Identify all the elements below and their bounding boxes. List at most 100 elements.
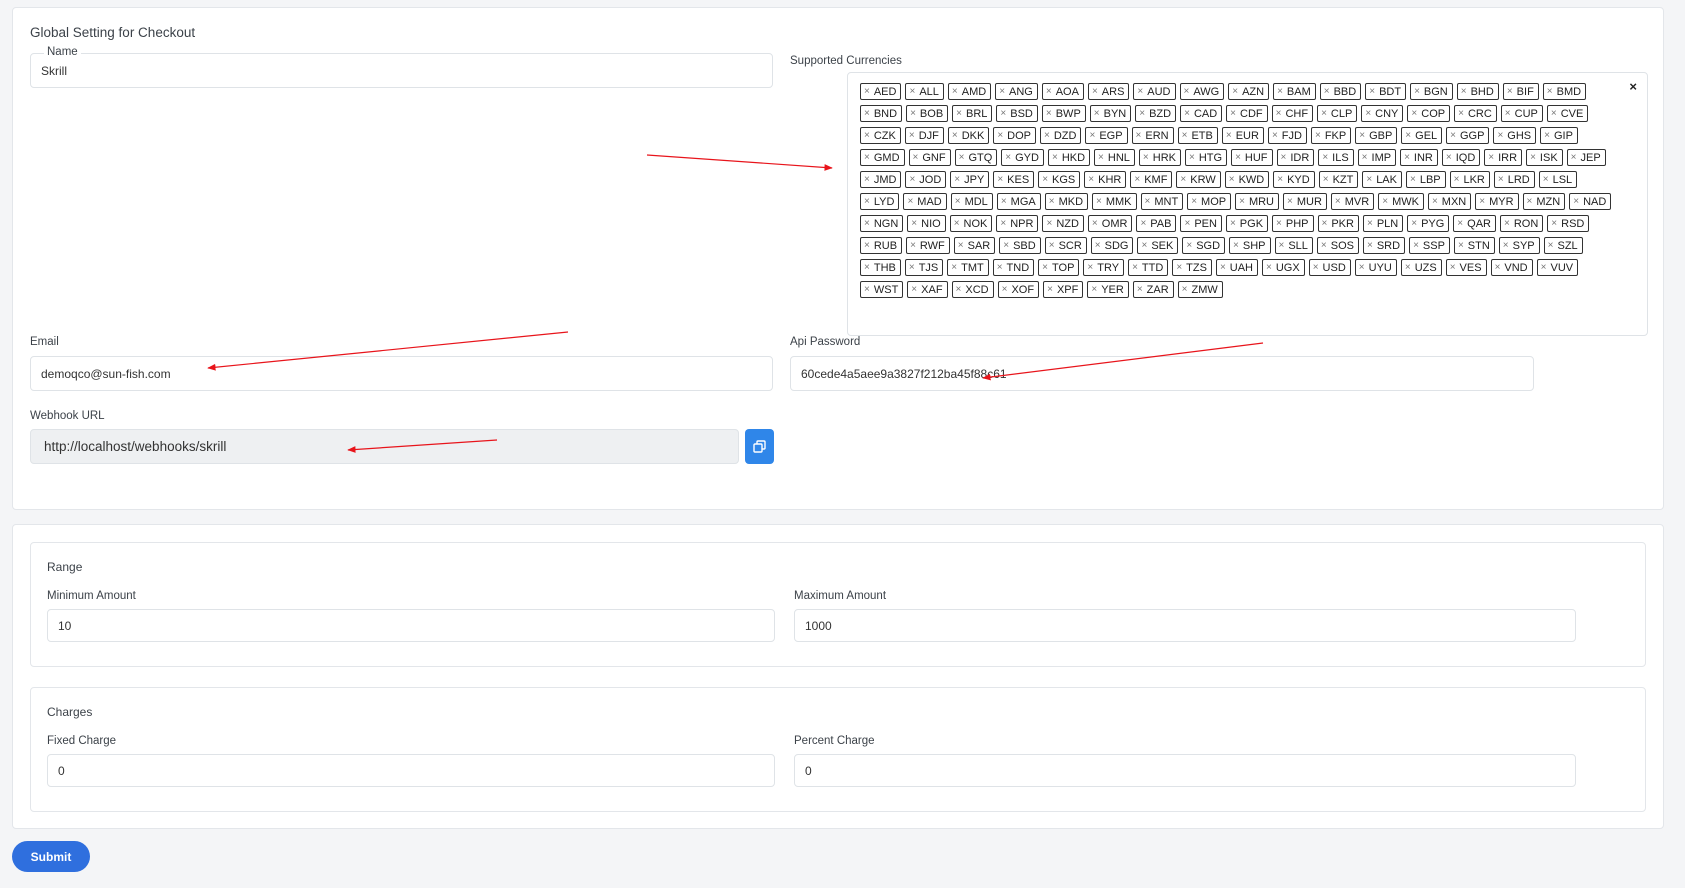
remove-tag-icon[interactable]: ×	[1404, 152, 1410, 163]
remove-tag-icon[interactable]: ×	[1414, 86, 1420, 97]
remove-tag-icon[interactable]: ×	[910, 108, 916, 119]
remove-tag-icon[interactable]: ×	[954, 174, 960, 185]
remove-tag-icon[interactable]: ×	[1087, 262, 1093, 273]
remove-tag-icon[interactable]: ×	[864, 196, 870, 207]
remove-tag-icon[interactable]: ×	[913, 152, 919, 163]
remove-tag-icon[interactable]: ×	[1458, 240, 1464, 251]
remove-tag-icon[interactable]: ×	[1362, 152, 1368, 163]
remove-tag-icon[interactable]: ×	[1145, 196, 1151, 207]
remove-tag-icon[interactable]: ×	[1049, 196, 1055, 207]
remove-tag-icon[interactable]: ×	[1134, 174, 1140, 185]
remove-tag-icon[interactable]: ×	[1047, 284, 1053, 295]
remove-tag-icon[interactable]: ×	[1277, 86, 1283, 97]
remove-tag-icon[interactable]: ×	[864, 130, 870, 141]
remove-tag-icon[interactable]: ×	[1313, 262, 1319, 273]
remove-tag-icon[interactable]: ×	[1315, 130, 1321, 141]
remove-tag-icon[interactable]: ×	[1136, 130, 1142, 141]
remove-tag-icon[interactable]: ×	[952, 130, 958, 141]
remove-tag-icon[interactable]: ×	[1049, 240, 1055, 251]
remove-tag-icon[interactable]: ×	[1088, 174, 1094, 185]
remove-tag-icon[interactable]: ×	[1321, 240, 1327, 251]
remove-tag-icon[interactable]: ×	[1498, 174, 1504, 185]
remove-tag-icon[interactable]: ×	[1287, 196, 1293, 207]
remove-tag-icon[interactable]: ×	[1527, 196, 1533, 207]
remove-tag-icon[interactable]: ×	[1335, 196, 1341, 207]
remove-tag-icon[interactable]: ×	[1432, 196, 1438, 207]
remove-tag-icon[interactable]: ×	[1046, 218, 1052, 229]
remove-tag-icon[interactable]: ×	[997, 262, 1003, 273]
remove-tag-icon[interactable]: ×	[1042, 174, 1048, 185]
remove-tag-icon[interactable]: ×	[1266, 262, 1272, 273]
remove-tag-icon[interactable]: ×	[1454, 174, 1460, 185]
remove-tag-icon[interactable]: ×	[1137, 284, 1143, 295]
remove-tag-icon[interactable]: ×	[1488, 152, 1494, 163]
remove-tag-icon[interactable]: ×	[1276, 108, 1282, 119]
remove-tag-icon[interactable]: ×	[1042, 262, 1048, 273]
remove-tag-icon[interactable]: ×	[1046, 86, 1052, 97]
remove-tag-icon[interactable]: ×	[1000, 108, 1006, 119]
remove-tag-icon[interactable]: ×	[1092, 86, 1098, 97]
remove-tag-icon[interactable]: ×	[958, 240, 964, 251]
remove-tag-icon[interactable]: ×	[1479, 196, 1485, 207]
remove-tag-icon[interactable]: ×	[997, 174, 1003, 185]
remove-tag-icon[interactable]: ×	[1571, 152, 1577, 163]
remove-tag-icon[interactable]: ×	[864, 240, 870, 251]
name-field[interactable]: Skrill	[30, 53, 773, 88]
remove-tag-icon[interactable]: ×	[1184, 86, 1190, 97]
remove-tag-icon[interactable]: ×	[1233, 240, 1239, 251]
remove-tag-icon[interactable]: ×	[1141, 240, 1147, 251]
remove-tag-icon[interactable]: ×	[997, 130, 1003, 141]
api-password-field[interactable]: 60cede4a5aee9a3827f212ba45f88c61	[790, 356, 1534, 391]
remove-tag-icon[interactable]: ×	[1551, 218, 1557, 229]
remove-tag-icon[interactable]: ×	[907, 196, 913, 207]
remove-tag-icon[interactable]: ×	[864, 152, 870, 163]
remove-tag-icon[interactable]: ×	[1184, 218, 1190, 229]
remove-tag-icon[interactable]: ×	[1091, 284, 1097, 295]
remove-tag-icon[interactable]: ×	[1507, 86, 1513, 97]
remove-tag-icon[interactable]: ×	[1229, 174, 1235, 185]
max-amount-field[interactable]: 1000	[794, 609, 1576, 642]
remove-tag-icon[interactable]: ×	[909, 174, 915, 185]
remove-tag-icon[interactable]: ×	[1497, 130, 1503, 141]
remove-tag-icon[interactable]: ×	[1413, 240, 1419, 251]
clear-all-icon[interactable]: ×	[1629, 79, 1637, 94]
remove-tag-icon[interactable]: ×	[1000, 218, 1006, 229]
remove-tag-icon[interactable]: ×	[954, 218, 960, 229]
remove-tag-icon[interactable]: ×	[1044, 130, 1050, 141]
remove-tag-icon[interactable]: ×	[1005, 152, 1011, 163]
remove-tag-icon[interactable]: ×	[1411, 218, 1417, 229]
remove-tag-icon[interactable]: ×	[1098, 152, 1104, 163]
remove-tag-icon[interactable]: ×	[1324, 86, 1330, 97]
remove-tag-icon[interactable]: ×	[1573, 196, 1579, 207]
remove-tag-icon[interactable]: ×	[1450, 130, 1456, 141]
remove-tag-icon[interactable]: ×	[1458, 108, 1464, 119]
remove-tag-icon[interactable]: ×	[1003, 240, 1009, 251]
email-field[interactable]: demoqco@sun-fish.com	[30, 356, 773, 391]
remove-tag-icon[interactable]: ×	[1405, 262, 1411, 273]
remove-tag-icon[interactable]: ×	[1543, 174, 1549, 185]
remove-tag-icon[interactable]: ×	[1366, 174, 1372, 185]
remove-tag-icon[interactable]: ×	[1359, 130, 1365, 141]
remove-tag-icon[interactable]: ×	[1272, 130, 1278, 141]
remove-tag-icon[interactable]: ×	[1281, 152, 1287, 163]
remove-tag-icon[interactable]: ×	[1230, 108, 1236, 119]
remove-tag-icon[interactable]: ×	[1541, 262, 1547, 273]
remove-tag-icon[interactable]: ×	[911, 284, 917, 295]
remove-tag-icon[interactable]: ×	[1359, 262, 1365, 273]
remove-tag-icon[interactable]: ×	[1176, 262, 1182, 273]
remove-tag-icon[interactable]: ×	[1052, 152, 1058, 163]
remove-tag-icon[interactable]: ×	[909, 86, 915, 97]
copy-webhook-button[interactable]	[745, 429, 774, 464]
remove-tag-icon[interactable]: ×	[1547, 86, 1553, 97]
remove-tag-icon[interactable]: ×	[1220, 262, 1226, 273]
remove-tag-icon[interactable]: ×	[1367, 240, 1373, 251]
remove-tag-icon[interactable]: ×	[1276, 218, 1282, 229]
remove-tag-icon[interactable]: ×	[1405, 130, 1411, 141]
remove-tag-icon[interactable]: ×	[1001, 196, 1007, 207]
remove-tag-icon[interactable]: ×	[864, 174, 870, 185]
remove-tag-icon[interactable]: ×	[1548, 240, 1554, 251]
remove-tag-icon[interactable]: ×	[1504, 218, 1510, 229]
min-amount-field[interactable]: 10	[47, 609, 775, 642]
remove-tag-icon[interactable]: ×	[1503, 240, 1509, 251]
remove-tag-icon[interactable]: ×	[1457, 218, 1463, 229]
